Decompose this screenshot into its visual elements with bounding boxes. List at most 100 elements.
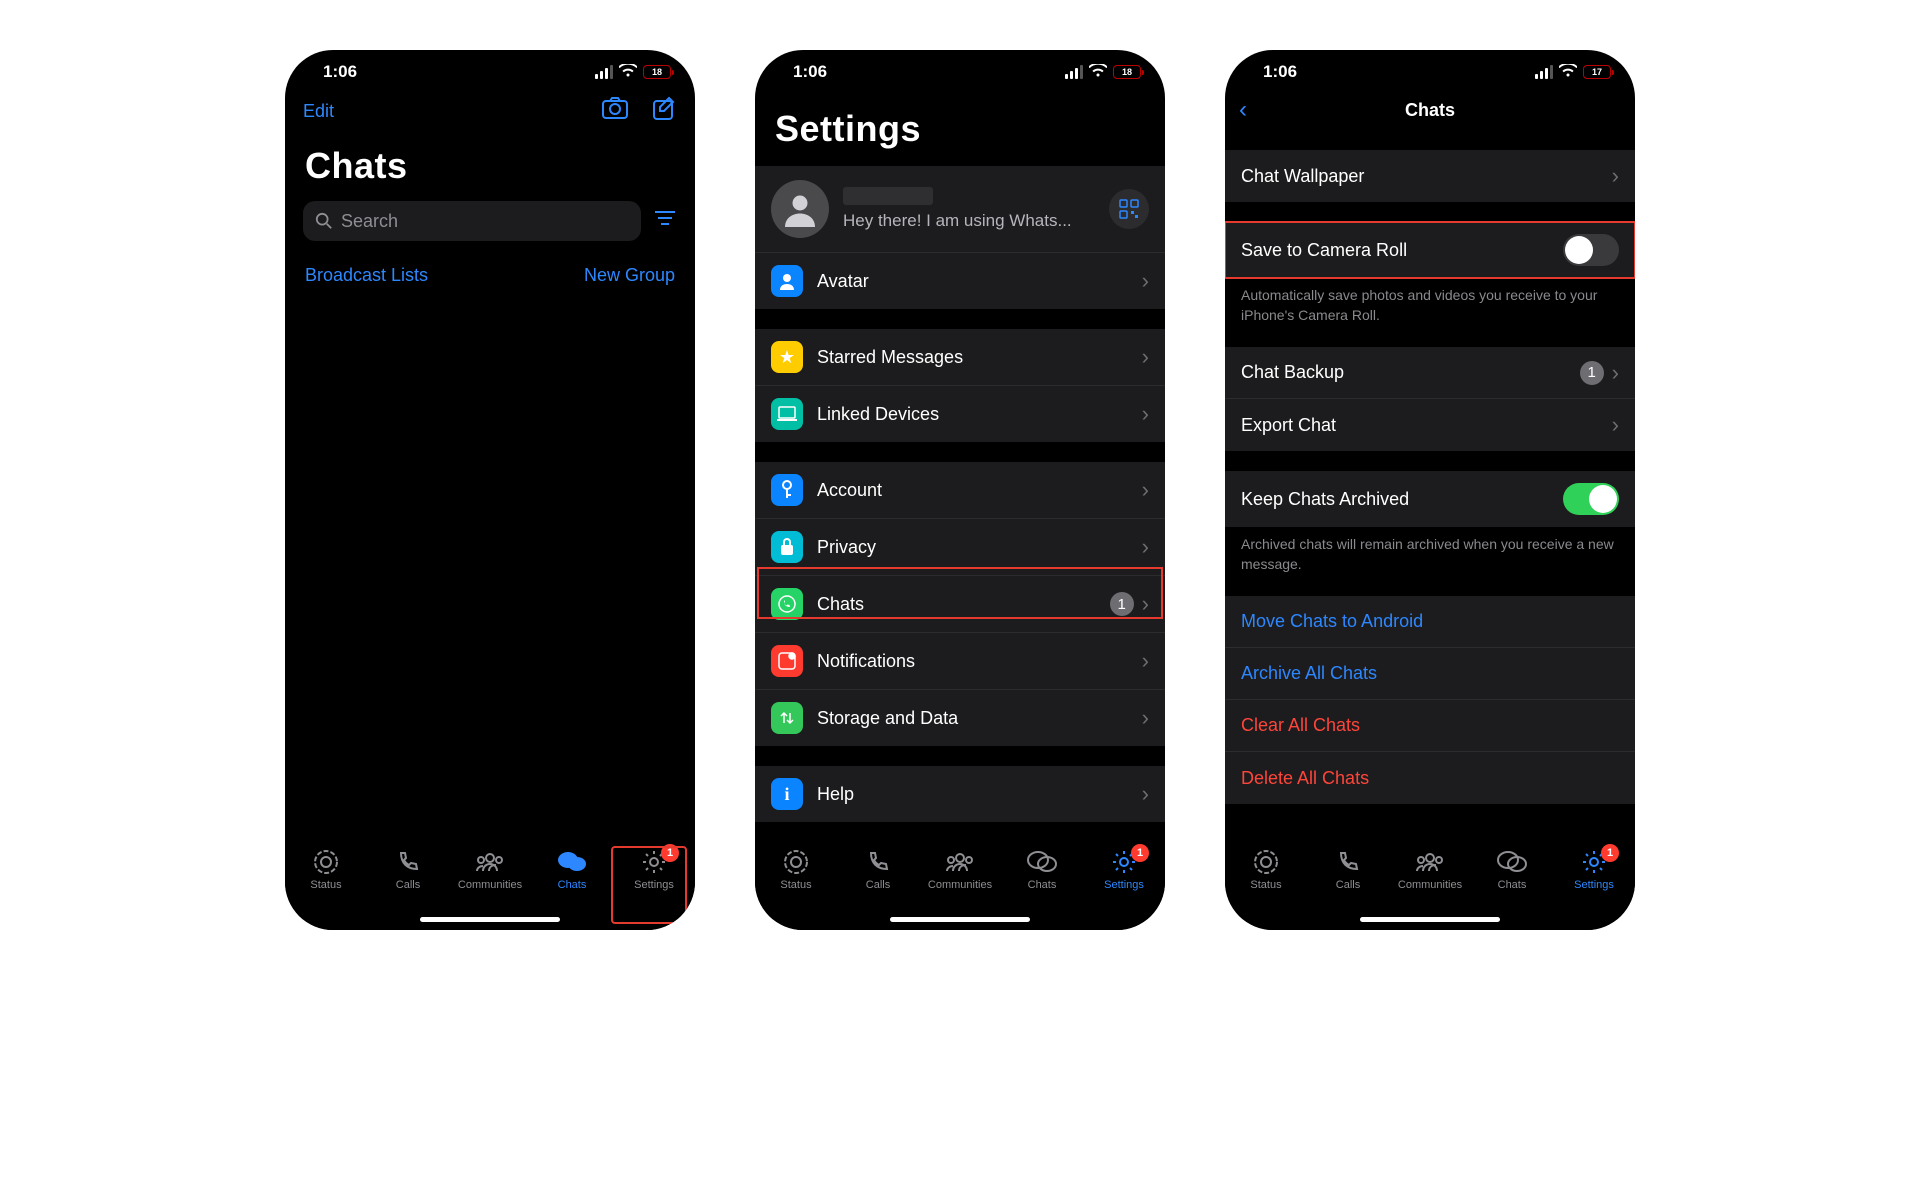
chats-settings-row[interactable]: Chats 1 ›: [755, 576, 1165, 633]
save-camera-roll-row[interactable]: Save to Camera Roll: [1225, 222, 1635, 278]
laptop-icon: [771, 398, 803, 430]
export-chat-row[interactable]: Export Chat ›: [1225, 399, 1635, 451]
whatsapp-icon: [771, 588, 803, 620]
help-row[interactable]: i Help ›: [755, 766, 1165, 822]
chat-backup-row[interactable]: Chat Backup 1 ›: [1225, 347, 1635, 399]
chevron-right-icon: ›: [1612, 360, 1619, 386]
chat-bubble-icon: [557, 848, 587, 876]
move-to-android-row[interactable]: Move Chats to Android: [1225, 596, 1635, 648]
back-button[interactable]: ‹: [1239, 96, 1247, 124]
cellular-icon: [1065, 65, 1083, 79]
camera-icon[interactable]: [601, 96, 629, 127]
storage-data-row[interactable]: Storage and Data ›: [755, 690, 1165, 746]
chevron-right-icon: ›: [1142, 648, 1149, 674]
chevron-right-icon: ›: [1142, 477, 1149, 503]
status-bar: 1:06 17: [1225, 50, 1635, 88]
save-camera-roll-toggle[interactable]: [1563, 234, 1619, 266]
qr-code-icon[interactable]: [1109, 189, 1149, 229]
people-icon: [475, 848, 505, 876]
key-icon: [771, 474, 803, 506]
compose-icon[interactable]: [651, 96, 677, 127]
profile-row[interactable]: Hey there! I am using Whats...: [755, 166, 1165, 253]
wifi-icon: [619, 64, 637, 81]
tab-settings[interactable]: Settings1: [619, 848, 689, 891]
nav-header: ‹ Chats: [1225, 88, 1635, 132]
avatar-row[interactable]: Avatar ›: [755, 253, 1165, 309]
page-title: Settings: [755, 88, 1165, 164]
chat-bubble-icon: [1497, 848, 1527, 876]
broadcast-lists-link[interactable]: Broadcast Lists: [305, 265, 428, 286]
chevron-right-icon: ›: [1612, 163, 1619, 189]
starred-messages-row[interactable]: ★ Starred Messages ›: [755, 329, 1165, 386]
chevron-right-icon: ›: [1142, 344, 1149, 370]
chevron-right-icon: ›: [1142, 268, 1149, 294]
tab-chats[interactable]: Chats: [537, 848, 607, 891]
tab-calls[interactable]: Calls: [843, 848, 913, 891]
chevron-right-icon: ›: [1142, 401, 1149, 427]
search-icon: [315, 212, 333, 230]
count-badge: 1: [1580, 361, 1604, 385]
clear-all-row[interactable]: Clear All Chats: [1225, 700, 1635, 752]
tab-chats[interactable]: Chats: [1007, 848, 1077, 891]
clock: 1:06: [793, 62, 827, 82]
clock: 1:06: [323, 62, 357, 82]
people-icon: [945, 848, 975, 876]
tab-status[interactable]: Status: [1231, 848, 1301, 891]
tab-settings[interactable]: Settings1: [1559, 848, 1629, 891]
status-icon: [313, 848, 339, 876]
phone-chats-settings-screen: 1:06 17 ‹ Chats Chat Wallpaper › Save to…: [1225, 50, 1635, 930]
tab-status[interactable]: Status: [291, 848, 361, 891]
chat-bubble-icon: [1027, 848, 1057, 876]
edit-button[interactable]: Edit: [303, 101, 334, 122]
arrows-updown-icon: [771, 702, 803, 734]
keep-archived-row[interactable]: Keep Chats Archived: [1225, 471, 1635, 527]
linked-devices-row[interactable]: Linked Devices ›: [755, 386, 1165, 442]
privacy-row[interactable]: Privacy ›: [755, 519, 1165, 576]
home-indicator: [890, 917, 1030, 922]
chat-wallpaper-row[interactable]: Chat Wallpaper ›: [1225, 150, 1635, 202]
tab-calls[interactable]: Calls: [373, 848, 443, 891]
tab-communities[interactable]: Communities: [1395, 848, 1465, 891]
phone-chats-screen: 1:06 18 Edit Chats Search Broa: [285, 50, 695, 930]
tab-communities[interactable]: Communities: [925, 848, 995, 891]
wifi-icon: [1089, 62, 1107, 82]
status-bar: 1:06 18: [285, 50, 695, 88]
new-group-link[interactable]: New Group: [584, 265, 675, 286]
tab-calls[interactable]: Calls: [1313, 848, 1383, 891]
status-right: 17: [1535, 62, 1611, 82]
search-placeholder: Search: [341, 211, 398, 232]
info-icon: i: [771, 778, 803, 810]
chevron-right-icon: ›: [1142, 591, 1149, 617]
tab-settings[interactable]: Settings1: [1089, 848, 1159, 891]
account-row[interactable]: Account ›: [755, 462, 1165, 519]
status-right: 18: [1065, 62, 1141, 82]
notification-box-icon: [771, 645, 803, 677]
save-camera-footer: Automatically save photos and videos you…: [1225, 278, 1635, 327]
star-icon: ★: [771, 341, 803, 373]
delete-all-row[interactable]: Delete All Chats: [1225, 752, 1635, 804]
status-bar: 1:06 18: [755, 50, 1165, 88]
tab-status[interactable]: Status: [761, 848, 831, 891]
tab-badge: 1: [1131, 844, 1149, 862]
chevron-right-icon: ›: [1142, 534, 1149, 560]
search-input[interactable]: Search: [303, 201, 641, 241]
count-badge: 1: [1110, 592, 1134, 616]
nav-title: Chats: [1405, 100, 1455, 121]
top-bar: Edit: [285, 88, 695, 135]
phone-icon: [396, 848, 420, 876]
filter-icon[interactable]: [653, 209, 677, 233]
clock: 1:06: [1263, 62, 1297, 82]
chevron-right-icon: ›: [1612, 412, 1619, 438]
cellular-icon: [595, 65, 613, 79]
tab-chats[interactable]: Chats: [1477, 848, 1547, 891]
cellular-icon: [1535, 65, 1553, 79]
archive-all-row[interactable]: Archive All Chats: [1225, 648, 1635, 700]
keep-archived-toggle[interactable]: [1563, 483, 1619, 515]
phone-icon: [1336, 848, 1360, 876]
tab-communities[interactable]: Communities: [455, 848, 525, 891]
tab-badge: 1: [661, 844, 679, 862]
notifications-row[interactable]: Notifications ›: [755, 633, 1165, 690]
chevron-right-icon: ›: [1142, 781, 1149, 807]
phone-settings-screen: 1:06 18 Settings Hey there! I am using W…: [755, 50, 1165, 930]
phone-icon: [866, 848, 890, 876]
